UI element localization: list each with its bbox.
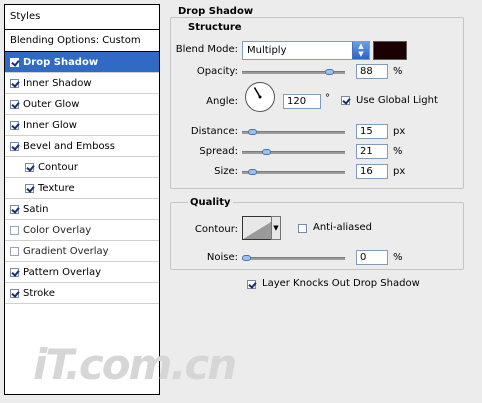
spread-slider-thumb[interactable] bbox=[262, 149, 271, 155]
style-item-checkbox[interactable] bbox=[10, 288, 19, 298]
spread-unit: % bbox=[393, 146, 403, 157]
style-item-label: Inner Glow bbox=[23, 119, 77, 131]
distance-unit: px bbox=[393, 126, 406, 137]
blend-mode-label: Blend Mode: bbox=[175, 44, 238, 55]
style-item-checkbox[interactable] bbox=[10, 204, 19, 214]
noise-input[interactable]: 0 bbox=[356, 250, 388, 265]
style-item-bevel-and-emboss[interactable]: Bevel and Emboss bbox=[5, 136, 159, 157]
style-item-inner-shadow[interactable]: Inner Shadow bbox=[5, 73, 159, 94]
anti-aliased-checkbox[interactable] bbox=[298, 224, 307, 233]
blend-mode-select[interactable]: Multiply ▲ ▼ bbox=[242, 41, 370, 60]
style-item-label: Contour bbox=[38, 161, 78, 173]
style-item-inner-glow[interactable]: Inner Glow bbox=[5, 115, 159, 136]
style-item-label: Inner Shadow bbox=[23, 77, 92, 89]
style-item-gradient-overlay[interactable]: Gradient Overlay bbox=[5, 241, 159, 262]
noise-slider[interactable] bbox=[242, 255, 345, 261]
style-item-label: Outer Glow bbox=[23, 98, 80, 110]
use-global-light-label: Use Global Light bbox=[356, 95, 438, 106]
style-item-checkbox[interactable] bbox=[10, 141, 19, 151]
style-item-label: Gradient Overlay bbox=[23, 245, 109, 257]
contour-dropdown-arrow-icon[interactable]: ▼ bbox=[271, 216, 281, 240]
angle-dial[interactable] bbox=[245, 82, 275, 112]
style-item-checkbox[interactable] bbox=[10, 225, 19, 235]
styles-list-panel: Styles Blending Options: Custom Drop Sha… bbox=[4, 4, 160, 395]
noise-label: Noise: bbox=[206, 252, 238, 263]
style-item-label: Bevel and Emboss bbox=[23, 140, 115, 152]
blending-options-item[interactable]: Blending Options: Custom bbox=[5, 30, 159, 52]
style-item-texture[interactable]: Texture bbox=[5, 178, 159, 199]
quality-title: Quality bbox=[188, 197, 233, 208]
use-global-light-checkbox[interactable] bbox=[341, 96, 350, 105]
layer-knocks-out-label: Layer Knocks Out Drop Shadow bbox=[262, 278, 420, 289]
distance-input[interactable]: 15 bbox=[356, 124, 388, 139]
spread-label: Spread: bbox=[199, 146, 238, 157]
angle-input[interactable]: 120 bbox=[283, 94, 321, 109]
size-slider-thumb[interactable] bbox=[248, 169, 257, 175]
style-item-stroke[interactable]: Stroke bbox=[5, 283, 159, 304]
style-item-outer-glow[interactable]: Outer Glow bbox=[5, 94, 159, 115]
drop-shadow-title: Drop Shadow bbox=[178, 6, 254, 17]
distance-slider[interactable] bbox=[242, 129, 345, 135]
structure-title: Structure bbox=[188, 22, 242, 33]
distance-slider-thumb[interactable] bbox=[248, 129, 257, 135]
style-item-drop-shadow[interactable]: Drop Shadow bbox=[5, 52, 159, 73]
style-item-color-overlay[interactable]: Color Overlay bbox=[5, 220, 159, 241]
angle-label: Angle: bbox=[206, 96, 238, 107]
angle-unit: ° bbox=[325, 93, 330, 104]
spread-input[interactable]: 21 bbox=[356, 144, 388, 159]
opacity-input[interactable]: 88 bbox=[356, 64, 388, 79]
style-item-checkbox[interactable] bbox=[10, 120, 19, 130]
style-item-checkbox[interactable] bbox=[10, 246, 19, 256]
noise-slider-thumb[interactable] bbox=[242, 255, 251, 261]
style-item-checkbox[interactable] bbox=[10, 57, 19, 67]
style-item-contour[interactable]: Contour bbox=[5, 157, 159, 178]
size-input[interactable]: 16 bbox=[356, 164, 388, 179]
size-slider[interactable] bbox=[242, 169, 345, 175]
style-item-pattern-overlay[interactable]: Pattern Overlay bbox=[5, 262, 159, 283]
style-item-label: Color Overlay bbox=[23, 224, 92, 236]
opacity-slider[interactable] bbox=[242, 69, 345, 75]
style-item-label: Satin bbox=[23, 203, 49, 215]
style-item-checkbox[interactable] bbox=[10, 99, 19, 109]
size-unit: px bbox=[393, 166, 406, 177]
noise-unit: % bbox=[393, 252, 403, 263]
opacity-unit: % bbox=[393, 66, 403, 77]
style-item-label: Pattern Overlay bbox=[23, 266, 102, 278]
blend-mode-value: Multiply bbox=[247, 45, 287, 56]
style-item-checkbox[interactable] bbox=[10, 267, 19, 277]
opacity-label: Opacity: bbox=[196, 66, 238, 77]
shadow-color-swatch[interactable] bbox=[373, 41, 407, 60]
style-item-checkbox[interactable] bbox=[25, 183, 34, 193]
chevron-updown-icon: ▲ ▼ bbox=[352, 42, 369, 59]
style-item-checkbox[interactable] bbox=[10, 78, 19, 88]
style-item-checkbox[interactable] bbox=[25, 162, 34, 172]
style-item-satin[interactable]: Satin bbox=[5, 199, 159, 220]
size-label: Size: bbox=[214, 166, 238, 177]
style-item-label: Drop Shadow bbox=[23, 56, 99, 68]
spread-slider[interactable] bbox=[242, 149, 345, 155]
angle-needle-icon bbox=[253, 87, 262, 99]
layer-knocks-out-checkbox[interactable] bbox=[247, 280, 256, 289]
contour-label: Contour: bbox=[194, 224, 238, 235]
opacity-slider-thumb[interactable] bbox=[325, 69, 334, 75]
anti-aliased-label: Anti-aliased bbox=[313, 222, 373, 233]
watermark-logo: iT.com.cn bbox=[33, 340, 237, 389]
styles-header[interactable]: Styles bbox=[5, 5, 159, 30]
style-item-label: Stroke bbox=[23, 287, 55, 299]
distance-label: Distance: bbox=[190, 126, 238, 137]
style-item-label: Texture bbox=[38, 182, 75, 194]
